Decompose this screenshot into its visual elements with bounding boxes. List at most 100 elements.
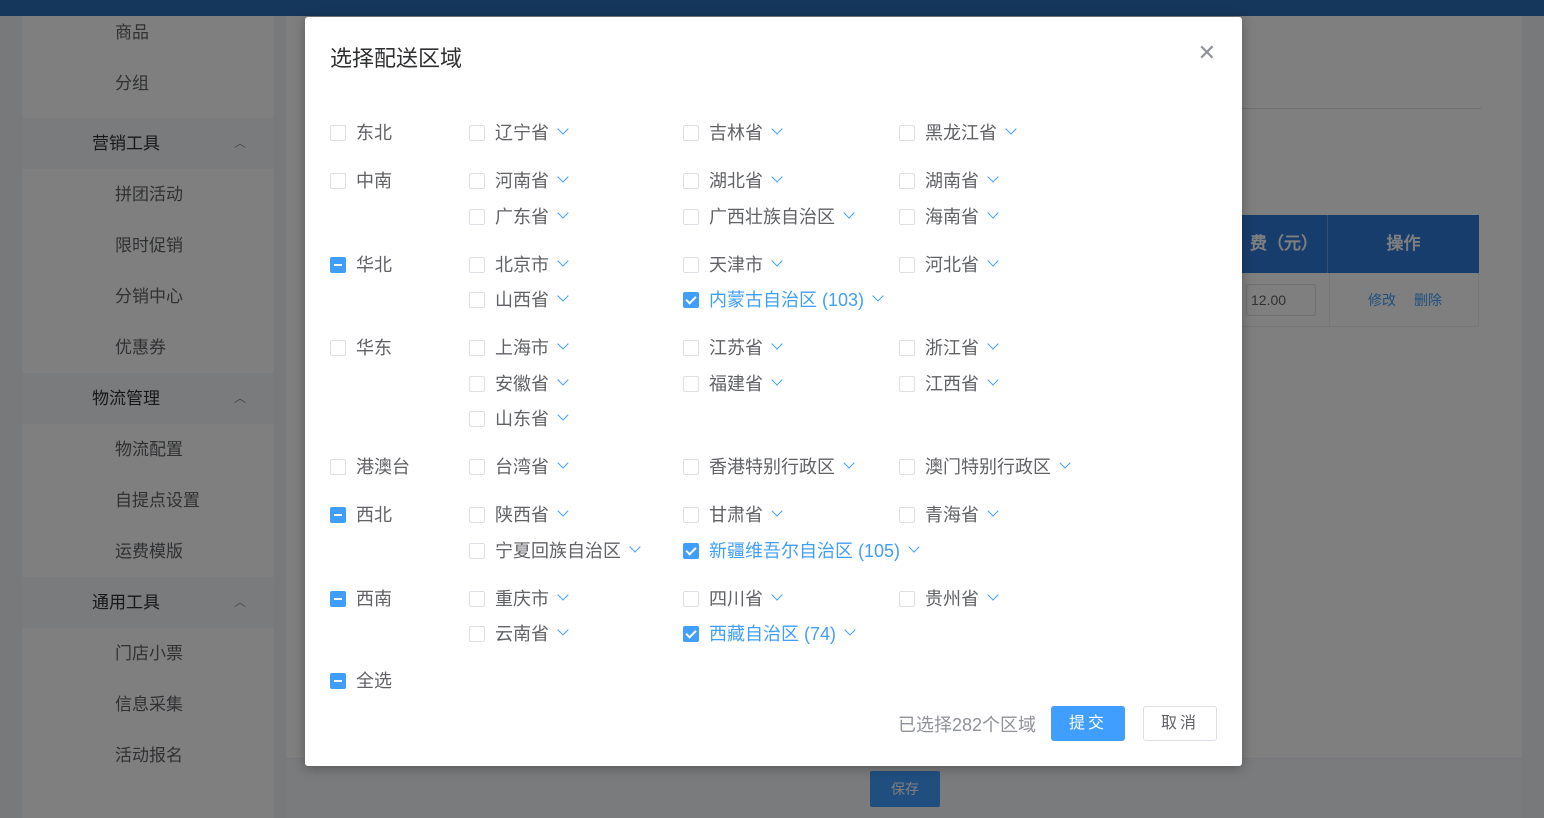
chevron-down-icon[interactable]: [844, 624, 856, 636]
province-checkbox[interactable]: 新疆维吾尔自治区 (105): [683, 539, 920, 563]
province-checkbox[interactable]: 澳门特别行政区: [899, 455, 1071, 479]
province-label: 黑龙江省: [925, 123, 997, 143]
chevron-down-icon[interactable]: [557, 207, 569, 219]
checkbox-icon: [469, 411, 485, 427]
province-checkbox[interactable]: 香港特别行政区: [683, 455, 855, 479]
chevron-down-icon[interactable]: [771, 255, 783, 267]
province-checkbox[interactable]: 北京市: [469, 253, 569, 277]
chevron-down-icon[interactable]: [557, 624, 569, 636]
chevron-down-icon[interactable]: [557, 457, 569, 469]
province-checkbox[interactable]: 重庆市: [469, 587, 569, 611]
province-checkbox[interactable]: 陕西省: [469, 503, 569, 527]
chevron-down-icon[interactable]: [557, 171, 569, 183]
chevron-down-icon[interactable]: [557, 374, 569, 386]
province-checkbox[interactable]: 广西壮族自治区: [683, 205, 855, 229]
checkbox-icon: [899, 459, 915, 475]
checkbox-icon: [469, 626, 485, 642]
chevron-down-icon[interactable]: [771, 171, 783, 183]
chevron-down-icon[interactable]: [987, 374, 999, 386]
province-checkbox[interactable]: 天津市: [683, 253, 783, 277]
province-label: 新疆维吾尔自治区 (105): [709, 540, 901, 561]
chevron-down-icon[interactable]: [987, 338, 999, 350]
region-checkbox[interactable]: 华北: [330, 253, 392, 277]
submit-button[interactable]: 提交: [1051, 706, 1125, 741]
province-checkbox[interactable]: 甘肃省: [683, 503, 783, 527]
province-checkbox[interactable]: 河北省: [899, 253, 999, 277]
province-checkbox[interactable]: 贵州省: [899, 587, 999, 611]
province-checkbox[interactable]: 山东省: [469, 407, 569, 431]
province-label: 海南省: [925, 206, 979, 227]
select-all-checkbox[interactable]: 全选: [330, 669, 392, 693]
checkbox-icon: [469, 590, 485, 607]
chevron-down-icon[interactable]: [771, 338, 783, 350]
checkbox-icon: [330, 340, 346, 356]
province-checkbox[interactable]: 云南省: [469, 622, 569, 646]
province-checkbox[interactable]: 上海市: [469, 336, 569, 360]
province-label: 重庆市: [495, 588, 549, 609]
checkbox-icon: [899, 375, 915, 392]
chevron-down-icon[interactable]: [908, 541, 920, 553]
chevron-down-icon[interactable]: [771, 505, 783, 517]
province-label: 西藏自治区 (74): [709, 624, 837, 644]
chevron-down-icon[interactable]: [771, 374, 783, 386]
chevron-down-icon[interactable]: [843, 457, 855, 469]
region-checkbox[interactable]: 东北: [330, 121, 392, 145]
province-checkbox[interactable]: 台湾省: [469, 455, 569, 479]
chevron-down-icon[interactable]: [771, 589, 783, 601]
province-checkbox[interactable]: 西藏自治区 (74): [683, 622, 856, 646]
province-checkbox[interactable]: 江西省: [899, 372, 999, 396]
province-checkbox[interactable]: 吉林省: [683, 121, 783, 145]
chevron-down-icon[interactable]: [987, 255, 999, 267]
chevron-down-icon[interactable]: [557, 290, 569, 302]
province-checkbox[interactable]: 内蒙古自治区 (103): [683, 288, 884, 312]
chevron-down-icon[interactable]: [557, 123, 569, 135]
chevron-down-icon[interactable]: [557, 409, 569, 421]
checkbox-icon: [469, 340, 485, 356]
chevron-down-icon[interactable]: [872, 290, 884, 302]
province-checkbox[interactable]: 辽宁省: [469, 121, 569, 145]
province-checkbox[interactable]: 湖北省: [683, 169, 783, 193]
region-checkbox[interactable]: 西北: [330, 503, 392, 527]
checkbox-checked-icon: [683, 542, 699, 559]
region-checkbox[interactable]: 华东: [330, 336, 392, 360]
chevron-down-icon[interactable]: [987, 589, 999, 601]
chevron-down-icon[interactable]: [987, 171, 999, 183]
chevron-down-icon[interactable]: [843, 207, 855, 219]
province-label: 浙江省: [925, 338, 979, 358]
region-checkbox[interactable]: 港澳台: [330, 455, 410, 479]
province-checkbox[interactable]: 河南省: [469, 169, 569, 193]
province-checkbox[interactable]: 安徽省: [469, 372, 569, 396]
province-checkbox[interactable]: 四川省: [683, 587, 783, 611]
chevron-down-icon[interactable]: [557, 338, 569, 350]
province-checkbox[interactable]: 湖南省: [899, 169, 999, 193]
chevron-down-icon[interactable]: [987, 207, 999, 219]
checkbox-icon: [683, 507, 699, 523]
province-checkbox[interactable]: 广东省: [469, 205, 569, 229]
province-checkbox[interactable]: 宁夏回族自治区: [469, 539, 641, 563]
close-icon[interactable]: ✕: [1198, 42, 1216, 64]
chevron-down-icon[interactable]: [629, 541, 641, 553]
province-label: 宁夏回族自治区: [495, 540, 621, 561]
chevron-down-icon[interactable]: [1005, 123, 1017, 135]
checkbox-icon: [330, 459, 346, 475]
checkbox-icon: [469, 125, 485, 141]
checkbox-icon: [469, 292, 485, 308]
region-checkbox[interactable]: 中南: [330, 169, 392, 193]
chevron-down-icon[interactable]: [771, 123, 783, 135]
province-checkbox[interactable]: 黑龙江省: [899, 121, 1017, 145]
region-checkbox[interactable]: 西南: [330, 587, 392, 611]
region-label: 中南: [356, 171, 392, 191]
cancel-button[interactable]: 取消: [1143, 706, 1217, 741]
chevron-down-icon[interactable]: [1059, 457, 1071, 469]
chevron-down-icon[interactable]: [557, 255, 569, 267]
province-checkbox[interactable]: 江苏省: [683, 336, 783, 360]
chevron-down-icon[interactable]: [557, 505, 569, 517]
province-checkbox[interactable]: 青海省: [899, 503, 999, 527]
province-checkbox[interactable]: 浙江省: [899, 336, 999, 360]
province-checkbox[interactable]: 海南省: [899, 205, 999, 229]
province-checkbox[interactable]: 福建省: [683, 372, 783, 396]
chevron-down-icon[interactable]: [557, 589, 569, 601]
chevron-down-icon[interactable]: [987, 505, 999, 517]
province-label: 江苏省: [709, 338, 763, 358]
province-checkbox[interactable]: 山西省: [469, 288, 569, 312]
